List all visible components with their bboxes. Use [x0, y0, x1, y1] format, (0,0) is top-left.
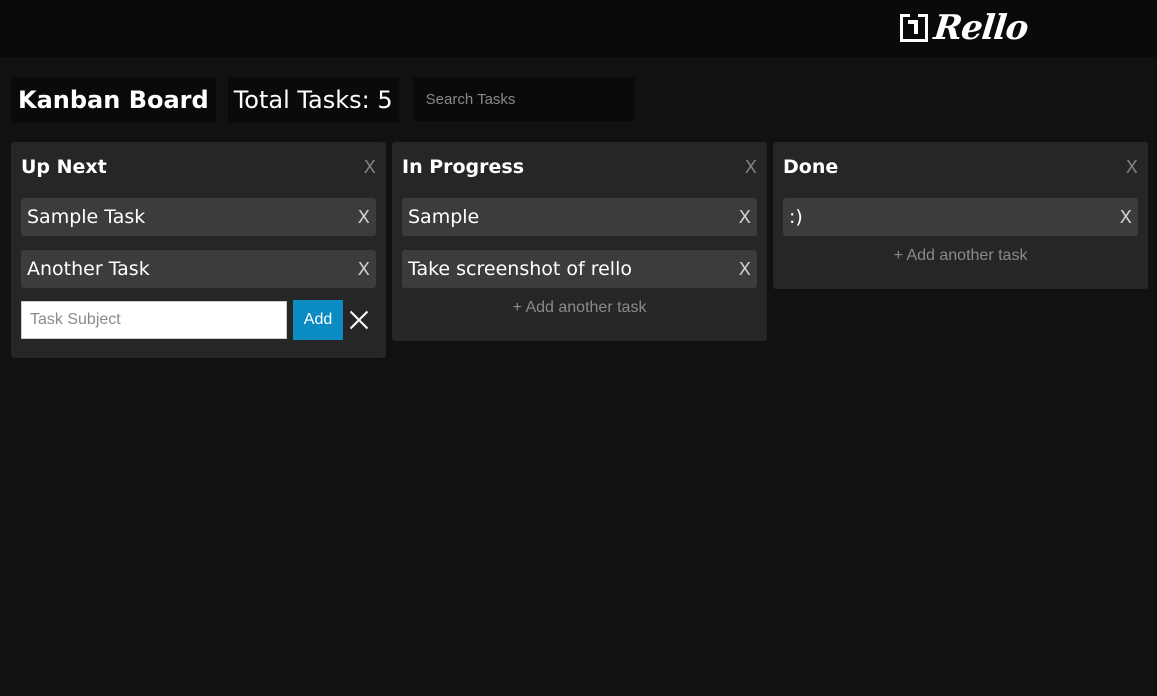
task-title: :): [789, 206, 803, 228]
close-form-icon[interactable]: [349, 310, 369, 330]
add-another-task-link[interactable]: + Add another task: [402, 288, 757, 338]
search-tasks-input[interactable]: [412, 77, 635, 121]
add-task-form: Add: [21, 300, 376, 350]
logo-text: Rello: [931, 8, 1030, 48]
column-in-progress: In Progress X Sample X Take screenshot o…: [392, 142, 767, 341]
column-title: Up Next: [21, 156, 107, 178]
task-card[interactable]: Another Task X: [21, 250, 376, 288]
task-title: Take screenshot of rello: [408, 258, 632, 280]
task-delete-button[interactable]: X: [739, 207, 751, 228]
add-task-button[interactable]: Add: [293, 300, 343, 340]
column-up-next: Up Next X Sample Task X Another Task X A…: [11, 142, 386, 358]
total-tasks-count: Total Tasks: 5: [227, 77, 399, 123]
task-delete-button[interactable]: X: [358, 207, 370, 228]
task-title: Sample Task: [27, 206, 146, 228]
task-subject-input[interactable]: [21, 301, 287, 339]
add-another-task-link[interactable]: + Add another task: [783, 236, 1138, 286]
column-close-button[interactable]: X: [364, 157, 376, 178]
column-header: In Progress X: [402, 142, 757, 192]
task-delete-button[interactable]: X: [1120, 207, 1132, 228]
column-header: Done X: [783, 142, 1138, 192]
app-logo[interactable]: Rello: [900, 8, 1030, 48]
task-card[interactable]: Sample X: [402, 198, 757, 236]
rello-logo-icon: [900, 14, 928, 42]
column-done: Done X :) X + Add another task: [773, 142, 1148, 289]
task-title: Another Task: [27, 258, 150, 280]
column-title: In Progress: [402, 156, 525, 178]
task-title: Sample: [408, 206, 480, 228]
board-header: Kanban Board Total Tasks: 5: [11, 77, 635, 123]
column-title: Done: [783, 156, 839, 178]
task-card[interactable]: Take screenshot of rello X: [402, 250, 757, 288]
top-bar: Rello: [0, 0, 1157, 57]
column-close-button[interactable]: X: [745, 157, 757, 178]
task-delete-button[interactable]: X: [358, 259, 370, 280]
column-close-button[interactable]: X: [1126, 157, 1138, 178]
task-card[interactable]: Sample Task X: [21, 198, 376, 236]
task-card[interactable]: :) X: [783, 198, 1138, 236]
board-title: Kanban Board: [11, 77, 216, 123]
task-delete-button[interactable]: X: [739, 259, 751, 280]
column-header: Up Next X: [21, 142, 376, 192]
